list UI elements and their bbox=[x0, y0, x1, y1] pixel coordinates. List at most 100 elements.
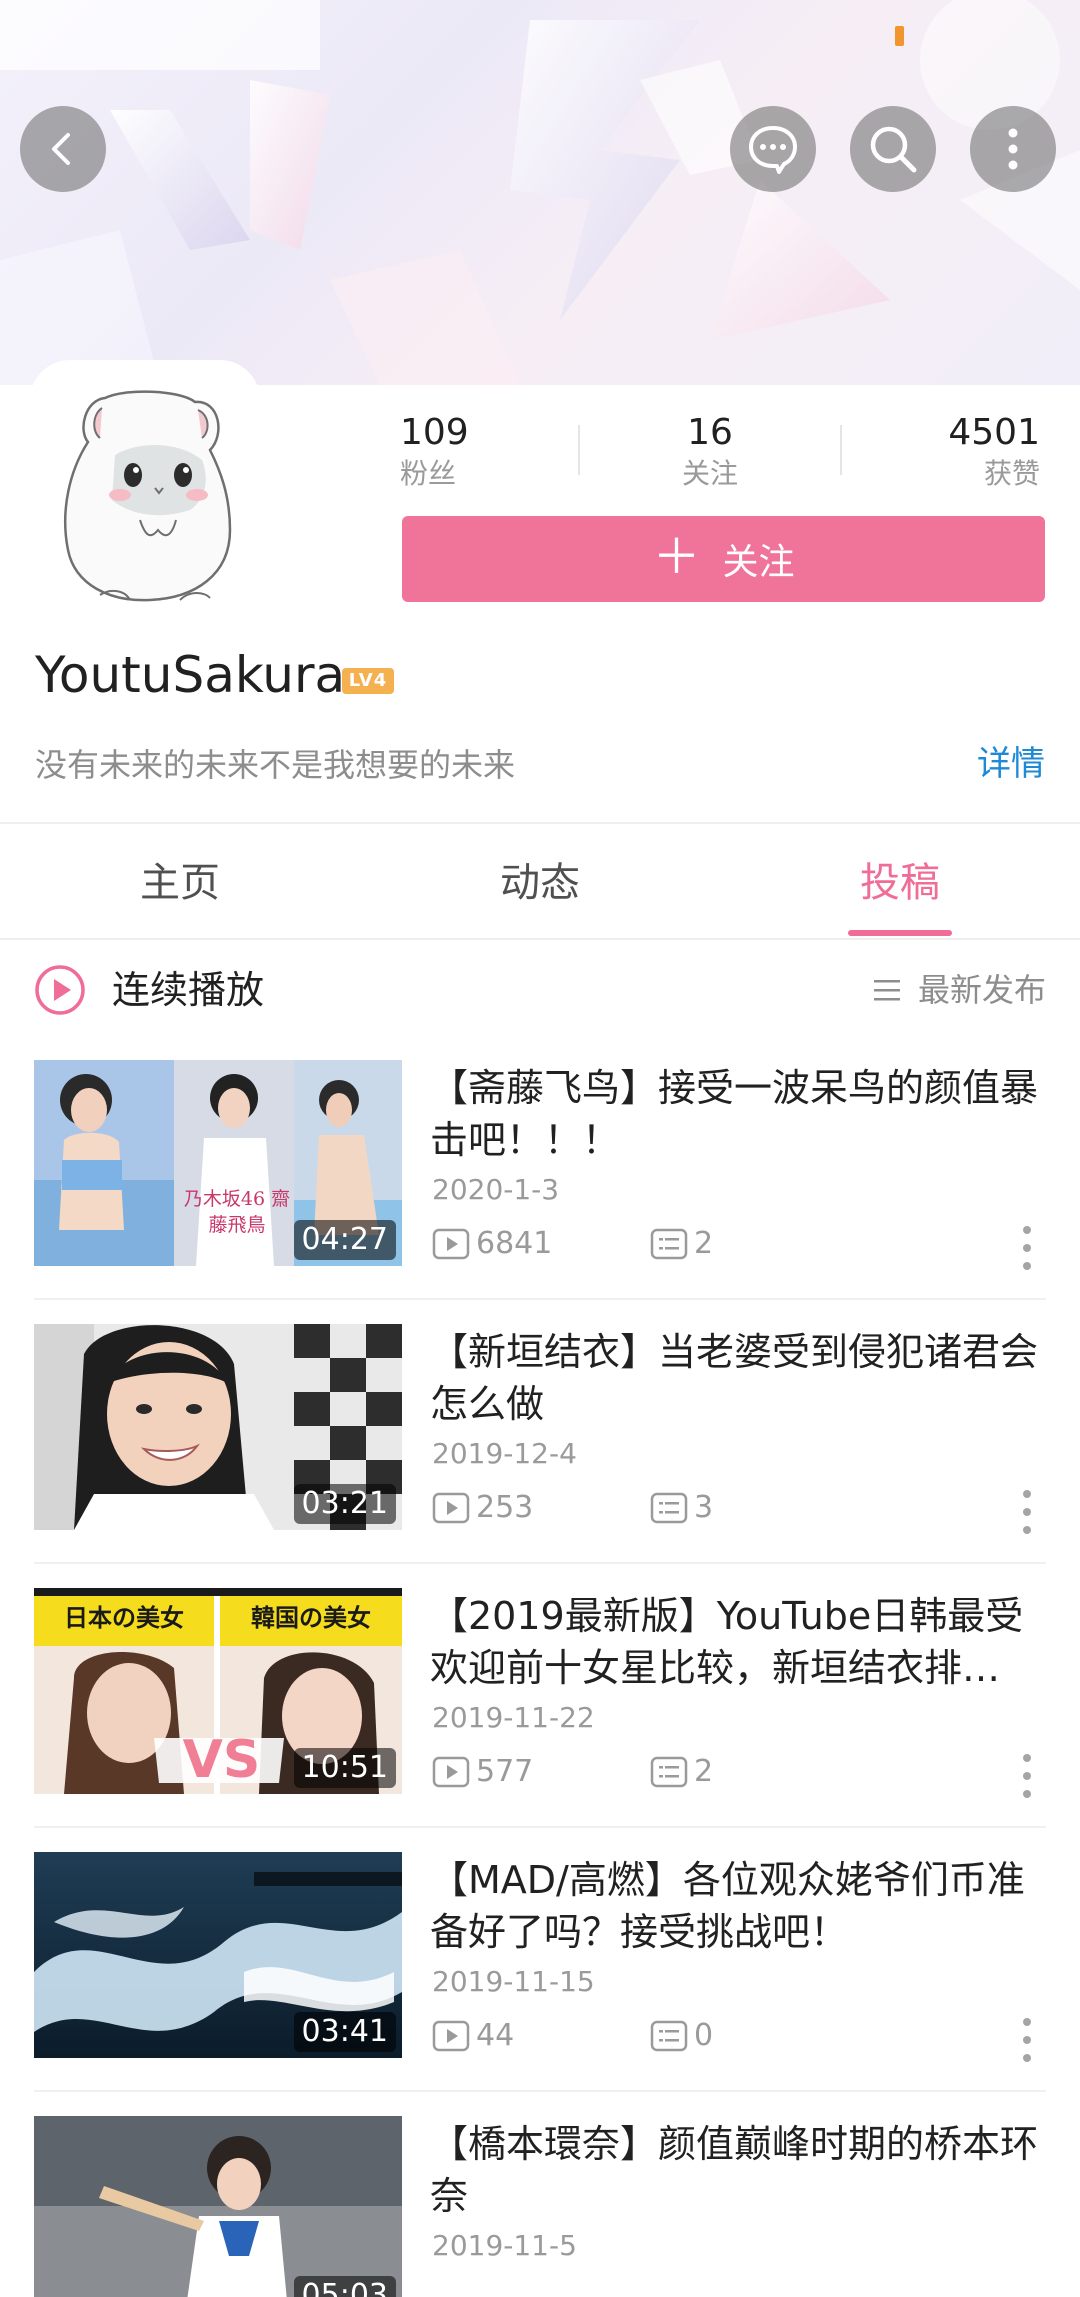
video-duration: 03:41 bbox=[293, 2012, 396, 2052]
video-thumbnail[interactable]: 03:41 bbox=[34, 1852, 402, 2058]
list-menu-icon bbox=[873, 980, 900, 1001]
thumbnail-vs-text: VS bbox=[182, 1730, 261, 1790]
continuous-play-label[interactable]: 连续播放 bbox=[112, 966, 264, 1014]
video-date: 2020-1-3 bbox=[432, 1173, 560, 1206]
video-date: 2019-11-5 bbox=[432, 2229, 577, 2262]
video-more-icon[interactable] bbox=[1012, 1220, 1042, 1276]
search-button[interactable] bbox=[850, 106, 936, 192]
profile-stats: 109 粉丝 16 关注 4501 获赞 bbox=[400, 410, 1040, 490]
bio-text: 没有未来的未来不是我想要的未来 bbox=[35, 746, 516, 784]
video-title[interactable]: 【2019最新版】YouTube日韩最受欢迎前十女星比较，新垣结衣排… bbox=[430, 1590, 1045, 1694]
fans-label: 粉丝 bbox=[400, 457, 457, 490]
back-button[interactable] bbox=[20, 106, 106, 192]
video-thumbnail[interactable]: 05:03 bbox=[34, 2116, 402, 2297]
video-more-icon[interactable] bbox=[1012, 1484, 1042, 1540]
video-thumbnail[interactable]: 乃木坂46 齋藤飛鳥 04:27 bbox=[34, 1060, 402, 1266]
video-views: 253 bbox=[432, 1490, 533, 1526]
sort-dropdown[interactable]: 最新发布 bbox=[872, 968, 1046, 1012]
more-vertical-icon bbox=[1008, 128, 1018, 170]
video-more-icon[interactable] bbox=[1012, 1748, 1042, 1804]
video-item[interactable]: 乃木坂46 齋藤飛鳥 04:27 【斋藤飞鸟】接受一波呆鸟的颜值暴击吧！！！ 2… bbox=[0, 1060, 1080, 1324]
plus-icon: ＋ bbox=[652, 529, 701, 585]
video-item[interactable]: 05:03 【橋本環奈】颜值巅峰时期的桥本环奈 2019-11-5 bbox=[0, 2116, 1080, 2297]
play-count-icon bbox=[432, 1492, 470, 1524]
video-date: 2019-11-22 bbox=[432, 1701, 595, 1734]
video-comments: 2 bbox=[650, 1226, 713, 1262]
sort-label: 最新发布 bbox=[917, 971, 1046, 1009]
comment-count-icon bbox=[650, 1492, 688, 1524]
stat-divider bbox=[578, 425, 580, 475]
chat-bubble-icon bbox=[749, 126, 797, 174]
views-count: 44 bbox=[476, 2018, 515, 2053]
username: YoutuSakura bbox=[35, 646, 346, 704]
fans-count: 109 bbox=[400, 412, 469, 453]
list-divider bbox=[34, 2090, 1046, 2092]
hamster-avatar-image bbox=[64, 390, 232, 602]
play-count-icon bbox=[432, 1228, 470, 1260]
video-views: 44 bbox=[432, 2018, 514, 2054]
video-thumbnail[interactable]: 03:21 bbox=[34, 1324, 402, 1530]
thumbnail-overlay-text: 乃木坂46 齋藤飛鳥 bbox=[183, 1188, 291, 1236]
play-count-icon bbox=[432, 2020, 470, 2052]
video-comments: 3 bbox=[650, 1490, 713, 1526]
video-item[interactable]: 日本の美女 韓国の美女 VS 10:51 【2019最新版】YouTube日韩最… bbox=[0, 1588, 1080, 1852]
list-divider bbox=[34, 1562, 1046, 1564]
list-divider bbox=[34, 1298, 1046, 1300]
video-comments: 2 bbox=[650, 1754, 713, 1790]
likes-label: 获赞 bbox=[983, 457, 1040, 490]
video-title[interactable]: 【MAD/高燃】各位观众姥爷们币准备好了吗？接受挑战吧！ bbox=[430, 1854, 1045, 1958]
comment-count-icon bbox=[650, 1228, 688, 1260]
section-divider bbox=[0, 822, 1080, 824]
comment-count-icon bbox=[650, 2020, 688, 2052]
avatar[interactable] bbox=[30, 360, 260, 615]
video-views: 577 bbox=[432, 1754, 533, 1790]
detail-link[interactable]: 详情 bbox=[977, 743, 1045, 785]
profile-tabs: 主页 动态 投稿 bbox=[0, 828, 1080, 938]
comments-count: 0 bbox=[694, 2018, 714, 2053]
message-button[interactable] bbox=[730, 106, 816, 192]
follow-button[interactable]: ＋ 关注 bbox=[402, 516, 1045, 602]
comments-count: 3 bbox=[694, 1490, 714, 1525]
likes-count: 4501 bbox=[948, 412, 1040, 453]
video-duration: 05:03 bbox=[293, 2276, 396, 2297]
tab-dynamic[interactable]: 动态 bbox=[440, 828, 640, 938]
video-duration: 04:27 bbox=[293, 1220, 396, 1260]
video-title[interactable]: 【新垣结衣】当老婆受到侵犯诸君会怎么做 bbox=[430, 1326, 1045, 1430]
thumbnail-image bbox=[34, 2116, 402, 2297]
views-count: 577 bbox=[476, 1754, 534, 1789]
continuous-play-bar: 连续播放 最新发布 bbox=[0, 950, 1080, 1030]
video-date: 2019-11-15 bbox=[432, 1965, 595, 1998]
views-count: 253 bbox=[476, 1490, 534, 1525]
level-badge: LV4 bbox=[342, 668, 394, 694]
following-stat[interactable]: 16 关注 bbox=[610, 410, 810, 492]
video-views: 6841 bbox=[432, 1226, 552, 1262]
views-count: 6841 bbox=[476, 1226, 553, 1261]
video-title[interactable]: 【橋本環奈】颜值巅峰时期的桥本环奈 bbox=[430, 2118, 1045, 2222]
video-thumbnail[interactable]: 日本の美女 韓国の美女 VS 10:51 bbox=[34, 1588, 402, 1794]
fans-stat[interactable]: 109 粉丝 bbox=[400, 410, 600, 492]
tab-home[interactable]: 主页 bbox=[80, 828, 280, 938]
video-date: 2019-12-4 bbox=[432, 1437, 577, 1470]
likes-stat: 4501 获赞 bbox=[840, 410, 1040, 492]
video-comments: 0 bbox=[650, 2018, 713, 2054]
video-duration: 10:51 bbox=[293, 1748, 396, 1788]
video-title[interactable]: 【斋藤飞鸟】接受一波呆鸟的颜值暴击吧！！！ bbox=[430, 1062, 1045, 1166]
video-item[interactable]: 03:41 【MAD/高燃】各位观众姥爷们币准备好了吗？接受挑战吧！ 2019-… bbox=[0, 1852, 1080, 2116]
tabs-divider bbox=[0, 938, 1080, 940]
back-arrow-icon bbox=[52, 133, 70, 165]
video-duration: 03:21 bbox=[293, 1484, 396, 1524]
active-tab-indicator bbox=[848, 930, 952, 936]
play-count-icon bbox=[432, 1756, 470, 1788]
video-item[interactable]: 03:21 【新垣结衣】当老婆受到侵犯诸君会怎么做 2019-12-4 253 … bbox=[0, 1324, 1080, 1588]
tab-posts[interactable]: 投稿 bbox=[800, 828, 1000, 938]
status-indicator bbox=[895, 26, 904, 46]
play-circle-icon[interactable] bbox=[34, 964, 86, 1016]
video-more-icon[interactable] bbox=[1012, 2012, 1042, 2068]
following-label: 关注 bbox=[681, 457, 738, 490]
more-options-button[interactable] bbox=[970, 106, 1056, 192]
following-count: 16 bbox=[687, 412, 733, 453]
comments-count: 2 bbox=[694, 1754, 714, 1789]
comment-count-icon bbox=[650, 1756, 688, 1788]
comments-count: 2 bbox=[694, 1226, 714, 1261]
banner-background bbox=[0, 0, 1080, 385]
